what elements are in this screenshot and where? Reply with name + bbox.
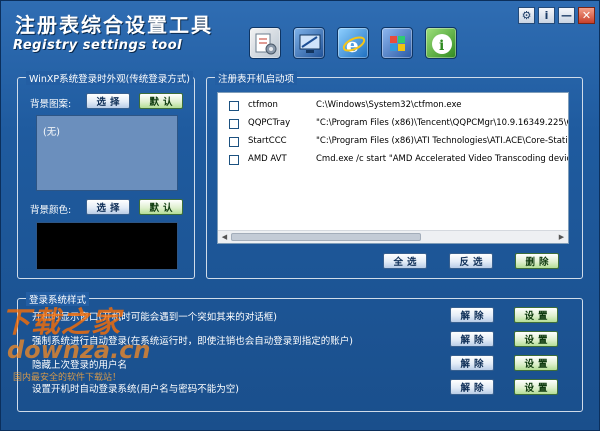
bg-color-swatch[interactable] bbox=[36, 222, 178, 270]
startup-name: QQPCTray bbox=[248, 118, 291, 128]
windows-update-icon[interactable] bbox=[381, 27, 413, 59]
ie-icon[interactable]: e bbox=[337, 27, 369, 59]
list-item[interactable]: StartCCC "C:\Program Files (x86)\ATI Tec… bbox=[218, 133, 568, 151]
set-button[interactable]: 设置 bbox=[514, 307, 558, 323]
bg-image-value: (无) bbox=[43, 127, 60, 138]
logon-style-row-text: 设置开机时自动登录系统(用户名与密码不能为空) bbox=[32, 384, 239, 395]
set-button[interactable]: 设置 bbox=[514, 331, 558, 347]
scroll-thumb[interactable] bbox=[231, 233, 421, 241]
startup-name: StartCCC bbox=[248, 136, 287, 146]
window-controls: ⚙ i — ✕ bbox=[518, 7, 595, 24]
app-window: 注册表综合设置工具 Registry settings tool e i ⚙ i… bbox=[0, 0, 600, 431]
monitor-icon[interactable] bbox=[293, 27, 325, 59]
startup-checkbox[interactable] bbox=[229, 155, 239, 165]
minimize-button[interactable]: — bbox=[558, 7, 575, 24]
startup-checkbox[interactable] bbox=[229, 119, 239, 129]
settings-tool-icon[interactable] bbox=[249, 27, 281, 59]
startup-command: "C:\Program Files (x86)\Tencent\QQPCMgr\… bbox=[316, 118, 568, 128]
startup-checkbox[interactable] bbox=[229, 137, 239, 147]
remove-button[interactable]: 解除 bbox=[450, 379, 494, 395]
watermark-logo: 下载之家 bbox=[1, 305, 122, 339]
logon-appearance-title: WinXP系统登录时外观(传统登录方式) bbox=[26, 71, 193, 85]
svg-text:e: e bbox=[346, 33, 359, 57]
invert-selection-button[interactable]: 反选 bbox=[449, 253, 493, 269]
bg-color-default-button[interactable]: 默认 bbox=[139, 199, 183, 215]
bg-image-select-button[interactable]: 选择 bbox=[86, 93, 130, 109]
about-button[interactable]: i bbox=[538, 7, 555, 24]
info-icon[interactable]: i bbox=[425, 27, 457, 59]
scroll-right-icon[interactable]: ▶ bbox=[555, 231, 568, 243]
app-title-en: Registry settings tool bbox=[13, 38, 183, 53]
settings-gear-button[interactable]: ⚙ bbox=[518, 7, 535, 24]
bg-image-default-button[interactable]: 默认 bbox=[139, 93, 183, 109]
list-item[interactable]: AMD AVT Cmd.exe /c start "AMD Accelerate… bbox=[218, 151, 568, 169]
startup-checkbox[interactable] bbox=[229, 101, 239, 111]
delete-startup-button[interactable]: 删除 bbox=[515, 253, 559, 269]
bg-image-list[interactable]: (无) bbox=[36, 115, 178, 191]
set-button[interactable]: 设置 bbox=[514, 355, 558, 371]
toolbar: e i bbox=[249, 27, 457, 59]
remove-button[interactable]: 解除 bbox=[450, 355, 494, 371]
startup-items-title: 注册表开机启动项 bbox=[215, 71, 298, 85]
horizontal-scrollbar[interactable]: ◀ ▶ bbox=[218, 230, 568, 243]
remove-button[interactable]: 解除 bbox=[450, 307, 494, 323]
startup-command: C:\Windows\System32\ctfmon.exe bbox=[316, 100, 462, 110]
startup-command: "C:\Program Files (x86)\ATI Technologies… bbox=[316, 136, 568, 146]
set-button[interactable]: 设置 bbox=[514, 379, 558, 395]
app-title-cn: 注册表综合设置工具 bbox=[15, 13, 213, 37]
remove-button[interactable]: 解除 bbox=[450, 331, 494, 347]
startup-items-group: 注册表开机启动项 ctfmon C:\Windows\System32\ctfm… bbox=[206, 71, 583, 279]
select-all-button[interactable]: 全选 bbox=[383, 253, 427, 269]
list-item[interactable]: QQPCTray "C:\Program Files (x86)\Tencent… bbox=[218, 115, 568, 133]
bg-image-label: 背景图案: bbox=[30, 99, 72, 110]
watermark-domain: downza.cn bbox=[7, 336, 151, 364]
startup-name: AMD AVT bbox=[248, 154, 287, 164]
logon-appearance-group: WinXP系统登录时外观(传统登录方式) 背景图案: 选择 默认 (无) 背景颜… bbox=[17, 71, 195, 279]
bg-color-label: 背景颜色: bbox=[30, 205, 72, 216]
bg-color-select-button[interactable]: 选择 bbox=[86, 199, 130, 215]
scroll-left-icon[interactable]: ◀ bbox=[218, 231, 231, 243]
header: 注册表综合设置工具 Registry settings tool e i ⚙ i… bbox=[1, 1, 600, 65]
startup-command: Cmd.exe /c start "AMD Accelerated Video … bbox=[316, 154, 568, 164]
startup-name: ctfmon bbox=[248, 100, 278, 110]
close-button[interactable]: ✕ bbox=[578, 7, 595, 24]
startup-list[interactable]: ctfmon C:\Windows\System32\ctfmon.exe QQ… bbox=[217, 92, 569, 244]
list-item[interactable]: ctfmon C:\Windows\System32\ctfmon.exe bbox=[218, 97, 568, 115]
watermark-slogan: 国内最安全的软件下载站！ bbox=[13, 373, 122, 383]
svg-text:i: i bbox=[439, 38, 444, 54]
